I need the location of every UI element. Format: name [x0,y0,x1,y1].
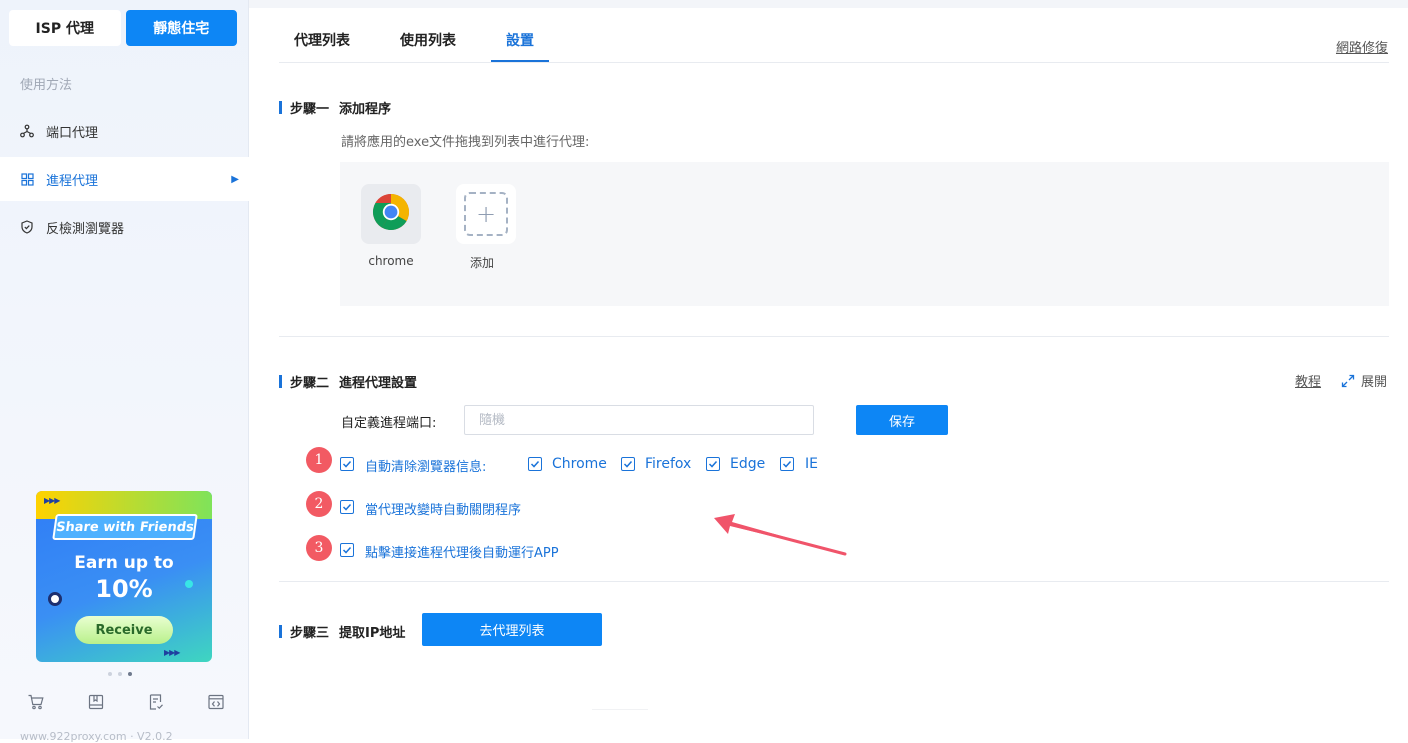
step1-number: 步驟一 [290,102,330,117]
annotation-arrow-icon [714,514,847,556]
arrows-decoration: ▶▶▶ [164,648,181,657]
book-icon[interactable] [86,692,106,712]
check-icon [342,503,352,511]
step2-title: 進程代理設置 [339,376,418,391]
tab-settings[interactable]: 設置 [491,30,549,62]
firefox-label: Firefox [645,456,692,472]
sidebar-item-process-proxy[interactable]: 進程代理 ▶ [0,157,249,201]
receive-button[interactable]: Receive [75,616,173,644]
step3-number: 步驟三 [290,626,330,641]
arrows-decoration: ▶▶▶ [44,496,61,505]
product-tabs: ISP 代理 靜態住宅 [9,10,237,46]
shield-icon [20,220,34,234]
tab-static-residential[interactable]: 靜態住宅 [125,10,237,46]
chrome-checkbox[interactable] [528,457,542,471]
dot-decoration [185,580,193,588]
auto-close-checkbox[interactable] [340,500,354,514]
caret-right-icon: ▶ [231,173,239,185]
check-icon [342,460,352,468]
edge-checkbox[interactable] [706,457,720,471]
expand-icon [1341,374,1355,388]
app-chrome-label: chrome [368,254,414,268]
promo-banner[interactable]: ▶▶▶ Share with Friends Earn up to 10% Re… [36,491,212,662]
save-button[interactable]: 保存 [856,405,948,435]
tab-divider [279,62,1389,63]
chrome-icon [372,193,410,235]
tab-usage-list[interactable]: 使用列表 [400,30,456,62]
firefox-checkbox[interactable] [621,457,635,471]
carousel-dot[interactable] [118,672,122,676]
annotation-badge-3: 3 [306,535,332,561]
promo-percent: 10% [95,575,153,603]
chrome-label: Chrome [552,456,607,472]
tab-isp-proxy[interactable]: ISP 代理 [9,10,121,46]
network-icon [20,124,34,138]
code-window-icon[interactable] [206,692,226,712]
port-label: 自定義進程端口: [341,416,437,431]
ring-decoration [48,592,62,606]
go-to-proxy-list-button[interactable]: 去代理列表 [422,613,602,646]
sidebar-item-port-proxy[interactable]: 端口代理 [0,109,249,153]
sidebar-item-label: 端口代理 [46,125,99,141]
port-input[interactable] [464,405,814,435]
heading-bar [279,625,282,638]
sidebar-item-label: 反檢測瀏覽器 [46,221,125,237]
section-divider [279,336,1389,337]
check-icon [782,460,792,468]
step1-heading: 步驟一 添加程序 [279,98,391,117]
tutorial-link[interactable]: 教程 [1295,371,1321,390]
carousel-dot-active[interactable] [128,672,132,676]
network-repair-link[interactable]: 網路修復 [1336,37,1388,56]
carousel-dots[interactable] [108,672,132,676]
sidebar: ISP 代理 靜態住宅 使用方法 端口代理 進程代理 ▶ 反檢測瀏覽器 ▶▶▶ … [0,0,249,743]
app-drop-zone[interactable]: chrome + 添加 [340,162,1389,306]
check-icon [530,460,540,468]
cart-icon[interactable] [26,692,46,712]
add-app-label: 添加 [469,256,494,270]
step3-heading: 步驟三 提取IP地址 [279,622,405,641]
document-check-icon[interactable] [146,692,166,712]
promo-earn-text: Earn up to [74,553,174,573]
add-app-button[interactable]: + [456,184,516,244]
ie-label: IE [805,456,818,472]
check-icon [623,460,633,468]
clear-browser-info-label: 自動清除瀏覽器信息: [365,460,487,475]
auto-close-label: 當代理改變時自動關閉程序 [365,503,522,518]
tab-proxy-list[interactable]: 代理列表 [294,30,350,62]
plus-icon: + [464,192,508,236]
drag-hint: 請將應用的exe文件拖拽到列表中進行代理: [341,135,590,150]
apps-grid-icon [20,172,34,186]
check-icon [342,546,352,554]
step2-heading: 步驟二 進程代理設置 [279,372,417,391]
promo-share-text: Share with Friends [52,514,198,540]
annotation-badge-1: 1 [306,447,332,473]
sidebar-item-antidetect-browser[interactable]: 反檢測瀏覽器 [0,205,249,249]
footer-version: www.922proxy.com · V2.0.2 [20,730,173,743]
check-icon [708,460,718,468]
edge-label: Edge [730,456,766,472]
auto-run-app-label: 點擊連接進程代理後自動運行APP [365,546,559,561]
heading-bar [279,375,282,388]
section-title: 使用方法 [20,78,73,93]
divider [592,709,648,710]
sidebar-item-label: 進程代理 [46,173,99,189]
ie-checkbox[interactable] [780,457,794,471]
annotation-badge-2: 2 [306,491,332,517]
heading-bar [279,101,282,114]
expand-button[interactable]: 展開 [1341,371,1387,390]
carousel-dot[interactable] [108,672,112,676]
expand-label: 展開 [1361,375,1388,390]
clear-browser-info-checkbox[interactable] [340,457,354,471]
top-strip [249,0,1408,8]
step1-title: 添加程序 [339,102,392,117]
bottom-toolbar [26,692,226,712]
section-divider [279,581,1389,582]
step2-number: 步驟二 [290,376,330,391]
auto-run-app-checkbox[interactable] [340,543,354,557]
step3-title: 提取IP地址 [339,626,406,641]
app-chrome[interactable] [361,184,421,244]
